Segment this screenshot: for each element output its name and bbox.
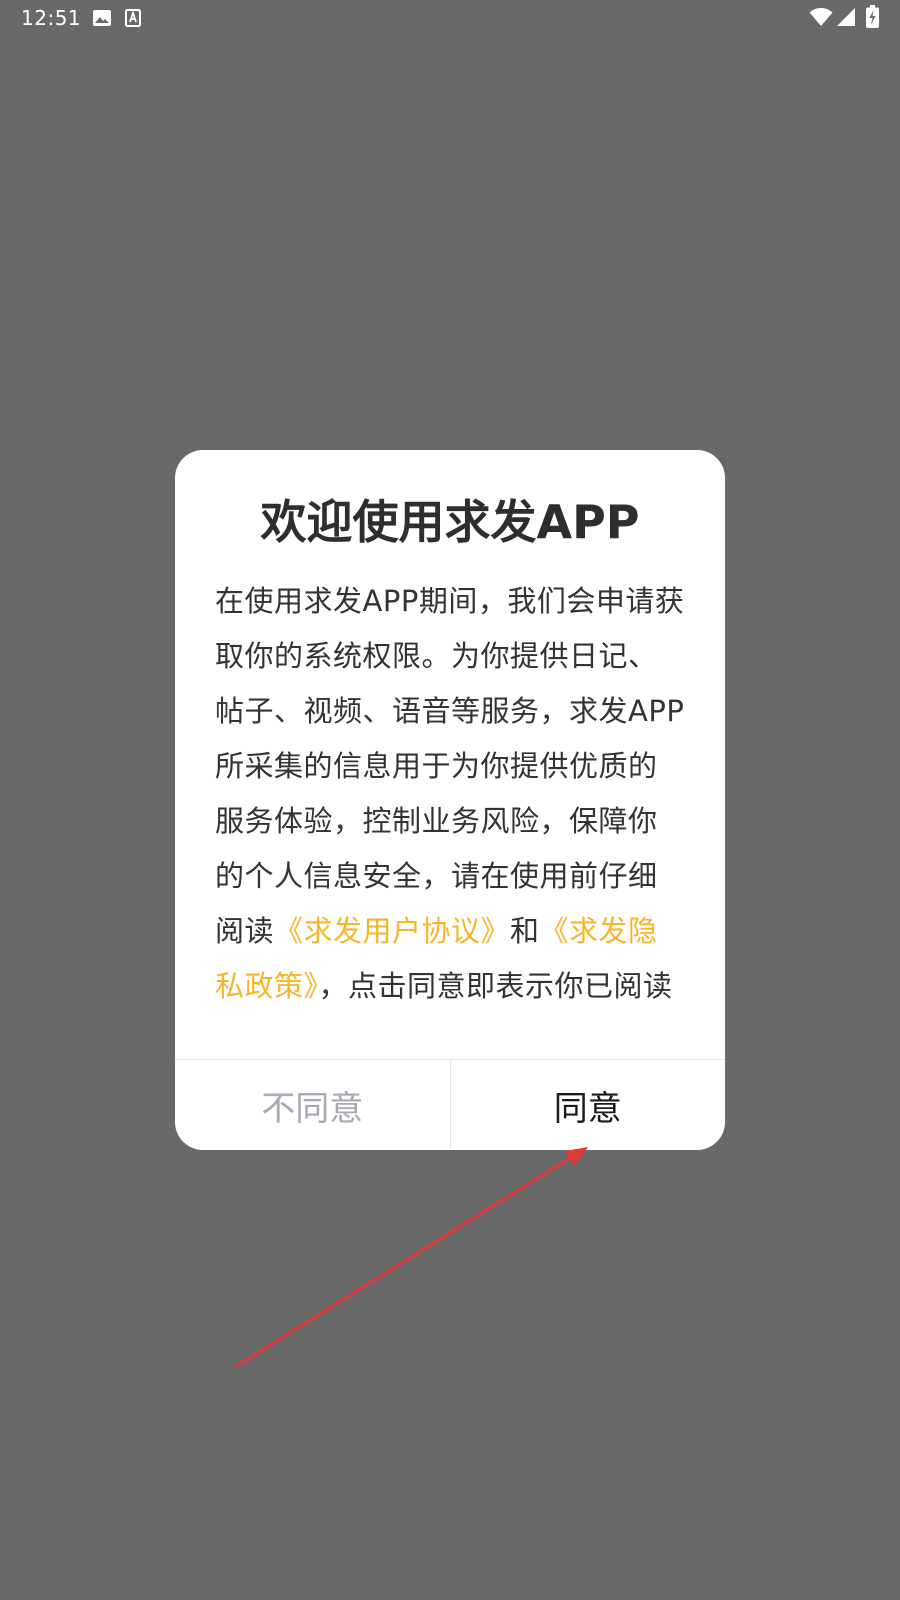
privacy-dialog: 欢迎使用求发APP 在使用求发APP期间，我们会申请获取你的系统权限。为你提供日… (175, 450, 725, 1150)
body-text-intro: 在使用求发APP期间，我们会申请获取你的系统权限。为你提供日记、帖子、视频、语音… (215, 584, 685, 948)
dialog-body: 在使用求发APP期间，我们会申请获取你的系统权限。为你提供日记、帖子、视频、语音… (215, 574, 685, 1010)
text-a-icon (125, 9, 141, 27)
user-agreement-link[interactable]: 《求发用户协议》 (274, 914, 510, 948)
battery-charging-icon (866, 5, 879, 28)
dialog-title: 欢迎使用求发APP (260, 495, 640, 549)
image-icon (93, 10, 111, 26)
status-time: 12:51 (21, 6, 82, 30)
signal-icon (837, 8, 855, 26)
wifi-icon (809, 8, 833, 26)
dialog-actions: 不同意 同意 (175, 1059, 725, 1150)
disagree-button[interactable]: 不同意 (175, 1060, 451, 1150)
status-bar: 12:51 (0, 0, 900, 36)
agree-button[interactable]: 同意 (451, 1060, 726, 1150)
body-text-and: 和 (510, 914, 540, 948)
